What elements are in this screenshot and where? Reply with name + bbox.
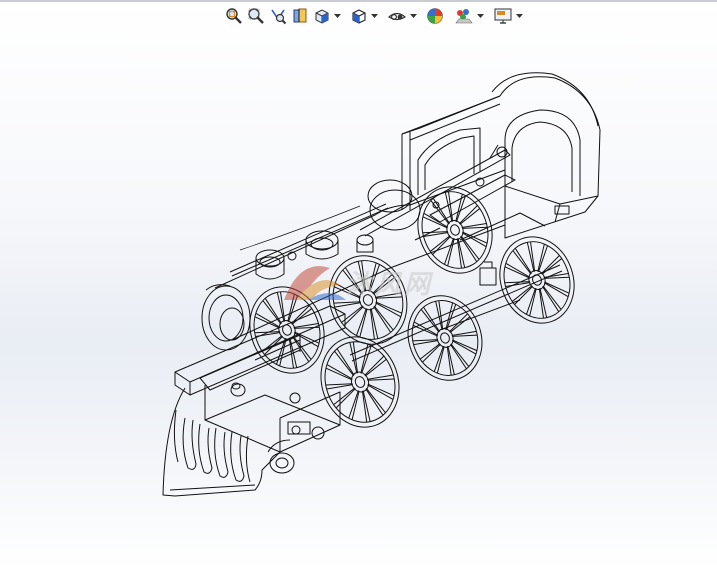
watermark: 沐风网: [282, 262, 433, 302]
chevron-down-icon: [516, 13, 523, 18]
eye-icon: [387, 12, 407, 21]
view-orientation-button[interactable]: [312, 6, 332, 26]
magnifier-area-icon: [248, 8, 264, 24]
zoom-to-area-button[interactable]: [246, 6, 266, 26]
chevron-down-icon: [410, 13, 417, 18]
window-top-border: [0, 0, 717, 2]
edit-appearance-button[interactable]: [425, 6, 445, 26]
view-settings-button[interactable]: [492, 6, 514, 26]
locomotive-cab: [401, 72, 601, 239]
chevron-down-icon: [334, 13, 341, 18]
watermark-text: 沐风网: [346, 269, 434, 300]
scene-icon: [455, 9, 473, 24]
magnifier-fit-icon: [226, 8, 242, 24]
heads-up-view-toolbar: [224, 5, 523, 27]
chevron-down-icon: [477, 13, 484, 18]
hide-show-items-button[interactable]: [386, 6, 408, 26]
view-settings-dropdown-arrow[interactable]: [516, 6, 523, 26]
monitor-icon: [494, 8, 512, 24]
zoom-to-fit-button[interactable]: [224, 6, 244, 26]
display-style-icon: [352, 9, 366, 24]
section-view-icon: [293, 8, 307, 23]
cow-catcher: [162, 387, 295, 497]
section-view-button[interactable]: [290, 6, 310, 26]
apply-scene-button[interactable]: [453, 6, 475, 26]
display-style-button[interactable]: [349, 6, 369, 26]
color-sphere-icon: [427, 8, 443, 24]
previous-view-icon: [271, 9, 287, 25]
hide-show-items-dropdown-arrow[interactable]: [410, 6, 417, 26]
view-orientation-icon: [315, 9, 329, 24]
view-orientation-dropdown-arrow[interactable]: [334, 6, 341, 26]
display-style-dropdown-arrow[interactable]: [371, 6, 378, 26]
chevron-down-icon: [371, 13, 378, 18]
apply-scene-dropdown-arrow[interactable]: [477, 6, 484, 26]
previous-view-button[interactable]: [268, 6, 288, 26]
running-boards: [359, 144, 516, 237]
wheel: [499, 236, 575, 324]
